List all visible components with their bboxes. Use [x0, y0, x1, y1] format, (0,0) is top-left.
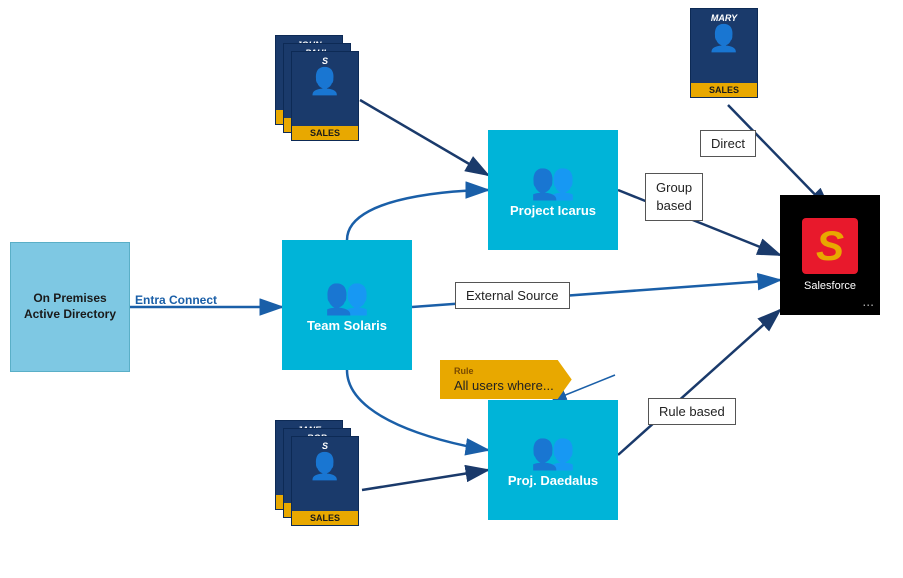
card-mary-badge: SALES	[691, 83, 757, 97]
ad-box-label: On Premises Active Directory	[19, 291, 121, 322]
rule-tag: Rule	[454, 366, 554, 376]
proj-daedalus-box: 👥 Proj. Daedalus	[488, 400, 618, 520]
salesforce-box: S Salesforce ...	[780, 195, 880, 315]
person-icon: 👤	[309, 453, 341, 479]
salesforce-menu-dots[interactable]: ...	[862, 293, 874, 309]
card-s-bottom-badge: SALES	[292, 511, 358, 525]
salesforce-logo: S	[802, 218, 858, 274]
proj-daedalus-label: Proj. Daedalus	[508, 473, 598, 488]
card-s-bottom: S 👤 SALES	[291, 436, 359, 526]
team-solaris-box: 👥 Team Solaris	[282, 240, 412, 370]
project-icarus-label: Project Icarus	[510, 203, 596, 218]
diagram-canvas: On Premises Active Directory Entra Conne…	[0, 0, 903, 578]
card-s-top: S 👤 SALES	[291, 51, 359, 141]
card-s-bottom-name: S	[322, 441, 328, 451]
mary-card: MARY 👤 SALES	[690, 8, 758, 98]
rule-banner-text: All users where...	[454, 378, 554, 393]
card-mary-name: MARY	[711, 13, 737, 23]
group-based-label: Groupbased	[645, 173, 703, 221]
salesforce-label: Salesforce	[804, 280, 856, 292]
person-icon: 👤	[708, 25, 740, 51]
card-s-top-name: S	[322, 56, 328, 66]
ad-box: On Premises Active Directory	[10, 242, 130, 372]
group-icon-daedalus: 👥	[531, 433, 576, 469]
entra-connect-label: Entra Connect	[135, 293, 217, 307]
person-icon: 👤	[309, 68, 341, 94]
project-icarus-box: 👥 Project Icarus	[488, 130, 618, 250]
rule-based-label: Rule based	[648, 398, 736, 425]
group-icon-icarus: 👥	[531, 163, 576, 199]
card-s-top-badge: SALES	[292, 126, 358, 140]
group-icon-solaris: 👥	[325, 278, 370, 314]
external-source-label: External Source	[455, 282, 570, 309]
rule-banner: Rule All users where...	[440, 360, 572, 399]
team-solaris-label: Team Solaris	[307, 318, 387, 333]
direct-label: Direct	[700, 130, 756, 157]
card-mary: MARY 👤 SALES	[690, 8, 758, 98]
arrows-layer	[0, 0, 903, 578]
